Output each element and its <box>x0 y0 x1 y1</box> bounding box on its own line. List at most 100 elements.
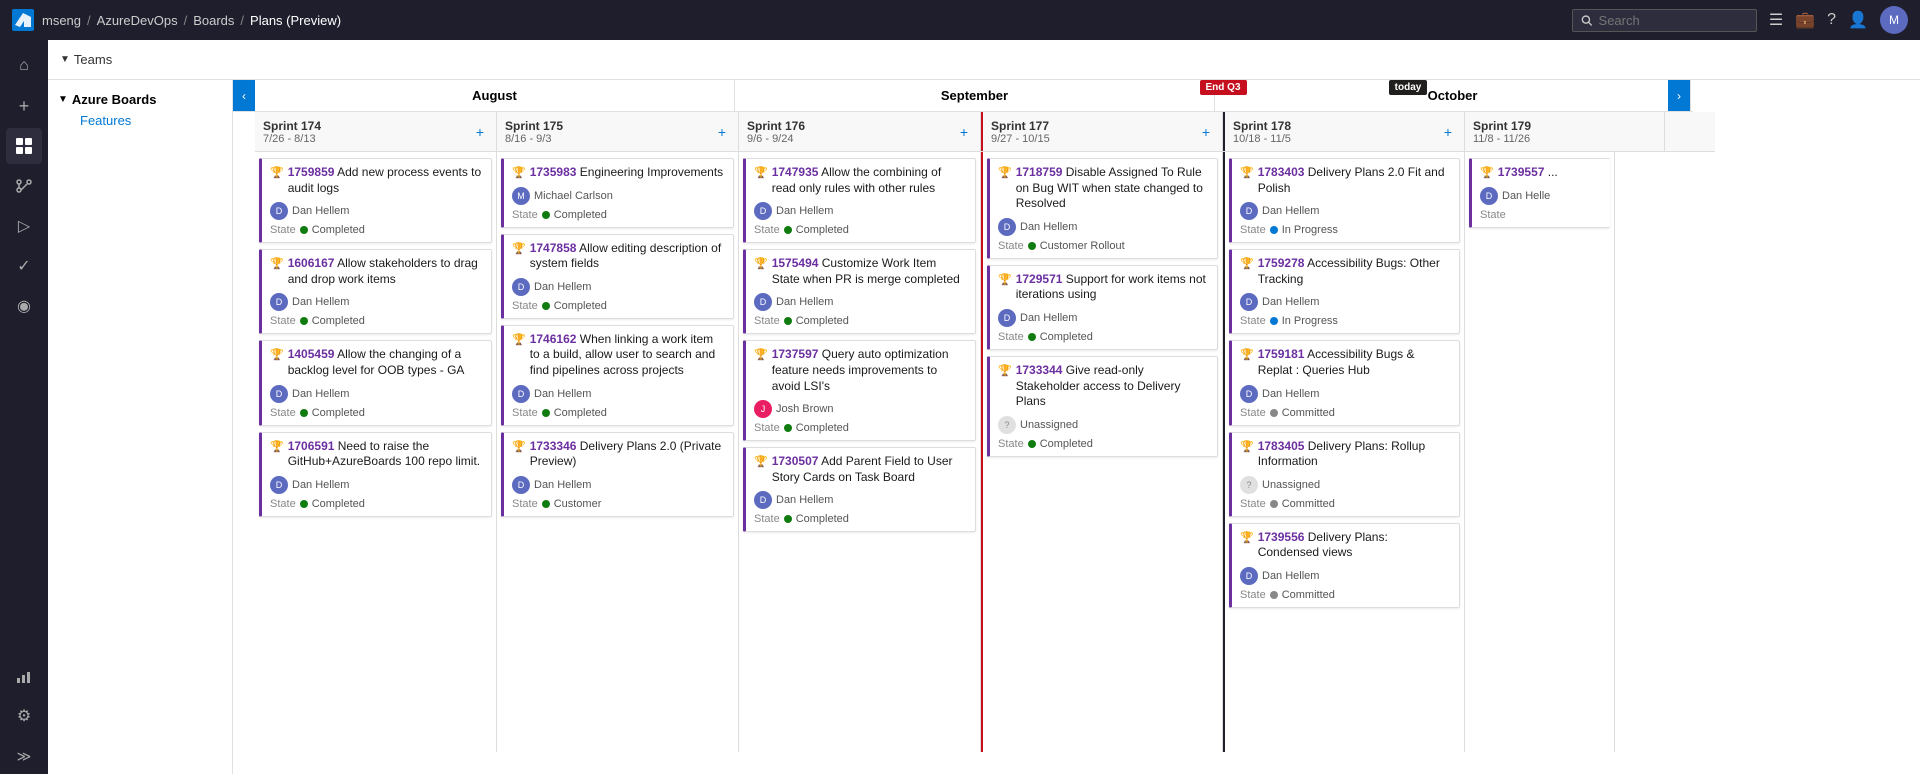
feature-icon: 🏆 <box>998 166 1012 180</box>
sidebar-icon-repos[interactable] <box>6 168 42 204</box>
sep1: / <box>87 13 91 28</box>
card-1706591[interactable]: 🏆 1706591 Need to raise the GitHub+Azure… <box>259 432 492 517</box>
project-name[interactable]: AzureDevOps <box>97 13 178 28</box>
sidebar-icon-home[interactable]: ⌂ <box>6 48 42 84</box>
sprint-179-header: Sprint 179 11/8 - 11/26 <box>1465 112 1665 151</box>
toolbar: ▼ Teams <box>48 40 1920 80</box>
card-1718759[interactable]: 🏆 1718759 Disable Assigned To Rule on Bu… <box>987 158 1218 259</box>
card-1759859[interactable]: 🏆 1759859 Add new process events to audi… <box>259 158 492 243</box>
card-1759278[interactable]: 🏆 1759278 Accessibility Bugs: Other Trac… <box>1229 249 1460 334</box>
sprint-177-col: 🏆 1718759 Disable Assigned To Rule on Bu… <box>981 152 1223 752</box>
nav-right: ☰ 💼 ? 👤 M <box>1572 6 1908 34</box>
sidebar-icon-settings[interactable]: ⚙ <box>6 698 42 734</box>
avatar-dan: D <box>512 476 530 494</box>
sprint-175-header: Sprint 175 8/16 - 9/3 + <box>497 112 739 151</box>
state-dot <box>1270 226 1278 234</box>
state-dot <box>784 424 792 432</box>
scroll-right-button[interactable]: › <box>1668 80 1690 111</box>
section-name[interactable]: Boards <box>193 13 234 28</box>
avatar-dan: D <box>998 218 1016 236</box>
scroll-left-button[interactable]: ‹ <box>233 80 255 111</box>
feature-icon: 🏆 <box>270 440 284 454</box>
sprint-177-header: Sprint 177 9/27 - 10/15 + <box>981 112 1223 151</box>
feature-icon: 🏆 <box>998 364 1012 378</box>
avatar-dan: D <box>270 385 288 403</box>
avatar-dan: D <box>1240 202 1258 220</box>
avatar-dan: D <box>270 476 288 494</box>
card-1739556[interactable]: 🏆 1739556 Delivery Plans: Condensed view… <box>1229 523 1460 608</box>
avatar[interactable]: M <box>1880 6 1908 34</box>
search-box[interactable] <box>1572 9 1757 32</box>
state-dot <box>784 226 792 234</box>
feature-icon: 🏆 <box>512 242 526 256</box>
card-1746162[interactable]: 🏆 1746162 When linking a work item to a … <box>501 325 734 426</box>
avatar-dan: D <box>270 202 288 220</box>
card-1405459[interactable]: 🏆 1405459 Allow the changing of a backlo… <box>259 340 492 425</box>
board-area[interactable]: ‹ August September October › <box>233 80 1920 774</box>
sprint-176-header: Sprint 176 9/6 - 9/24 + <box>739 112 981 151</box>
sidebar-icon-testplans[interactable]: ✓ <box>6 248 42 284</box>
sprint-178-header: Sprint 178 10/18 - 11/5 + <box>1223 112 1465 151</box>
user-icon[interactable]: 👤 <box>1848 10 1868 30</box>
sep2: / <box>184 13 188 28</box>
card-1575494[interactable]: 🏆 1575494 Customize Work Item State when… <box>743 249 976 334</box>
feature-icon: 🏆 <box>754 455 768 469</box>
sprint-176-add-button[interactable]: + <box>956 122 972 142</box>
month-october: October › <box>1215 80 1691 111</box>
card-1733344[interactable]: 🏆 1733344 Give read-only Stakeholder acc… <box>987 356 1218 457</box>
state-dot <box>1270 591 1278 599</box>
sidebar-icon-boards[interactable] <box>6 128 42 164</box>
team-group-header[interactable]: ▼ Azure Boards <box>48 88 232 111</box>
card-1747935[interactable]: 🏆 1747935 Allow the combining of read on… <box>743 158 976 243</box>
month-september: September <box>735 80 1215 111</box>
sprint-178-col: 🏆 1783403 Delivery Plans 2.0 Fit and Pol… <box>1223 152 1465 752</box>
card-1747858[interactable]: 🏆 1747858 Allow editing description of s… <box>501 234 734 319</box>
sidebar-icon-pipelines[interactable]: ▷ <box>6 208 42 244</box>
card-1729571[interactable]: 🏆 1729571 Support for work items not ite… <box>987 265 1218 350</box>
avatar-dan: D <box>1240 293 1258 311</box>
card-1783405[interactable]: 🏆 1783405 Delivery Plans: Rollup Informa… <box>1229 432 1460 517</box>
avatar-dan: D <box>512 278 530 296</box>
card-1606167[interactable]: 🏆 1606167 Allow stakeholders to drag and… <box>259 249 492 334</box>
page-name: Plans (Preview) <box>250 13 341 28</box>
sidebar-icon-new[interactable]: + <box>6 88 42 124</box>
feature-icon: 🏆 <box>754 348 768 362</box>
sprint-174-add-button[interactable]: + <box>472 122 488 142</box>
sidebar-icon-analytics[interactable] <box>6 658 42 694</box>
state-dot <box>542 409 550 417</box>
feature-icon: 🏆 <box>270 257 284 271</box>
team-feature-link[interactable]: Features <box>48 111 232 130</box>
list-icon[interactable]: ☰ <box>1769 10 1783 30</box>
sprint-175-add-button[interactable]: + <box>714 122 730 142</box>
search-input[interactable] <box>1599 13 1748 28</box>
sidebar-icon-artifacts[interactable]: ◉ <box>6 288 42 324</box>
feature-icon: 🏆 <box>998 273 1012 287</box>
avatar-dan: D <box>754 202 772 220</box>
sidebar-icon-expand[interactable]: ≫ <box>6 738 42 774</box>
avatar-dan: D <box>270 293 288 311</box>
briefcase-icon[interactable]: 💼 <box>1795 10 1815 30</box>
feature-icon: 🏆 <box>270 348 284 362</box>
sprint-178-add-button[interactable]: + <box>1440 122 1456 142</box>
help-icon[interactable]: ? <box>1827 11 1836 29</box>
org-name[interactable]: mseng <box>42 13 81 28</box>
avatar-dan: D <box>998 309 1016 327</box>
feature-icon: 🏆 <box>1240 166 1254 180</box>
avatar-unassigned: ? <box>1240 476 1258 494</box>
teams-toggle[interactable]: ▼ Teams <box>60 52 112 67</box>
state-dot <box>300 500 308 508</box>
sprints-row: Sprint 174 7/26 - 8/13 + Sprint 175 8/16… <box>255 112 1715 152</box>
avatar-dan: D <box>1240 385 1258 403</box>
month-august: August <box>255 80 735 111</box>
card-1735983[interactable]: 🏆 1735983 Engineering Improvements M Mic… <box>501 158 734 228</box>
card-1783403[interactable]: 🏆 1783403 Delivery Plans 2.0 Fit and Pol… <box>1229 158 1460 243</box>
card-1733346[interactable]: 🏆 1733346 Delivery Plans 2.0 (Private Pr… <box>501 432 734 517</box>
card-1739557[interactable]: 🏆 1739557 ... D Dan Helle State <box>1469 158 1610 228</box>
card-1730507[interactable]: 🏆 1730507 Add Parent Field to User Story… <box>743 447 976 532</box>
state-dot <box>300 409 308 417</box>
team-name-label: Azure Boards <box>72 92 157 107</box>
card-1737597[interactable]: 🏆 1737597 Query auto optimization featur… <box>743 340 976 441</box>
sprint-177-add-button[interactable]: + <box>1198 122 1214 142</box>
sprint-179-col: 🏆 1739557 ... D Dan Helle State <box>1465 152 1615 752</box>
card-1759181[interactable]: 🏆 1759181 Accessibility Bugs & Replat : … <box>1229 340 1460 425</box>
